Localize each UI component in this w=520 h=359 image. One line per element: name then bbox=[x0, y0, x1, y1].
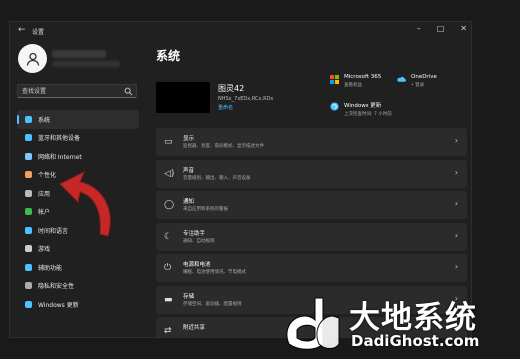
focus-assist-icon: ☾ bbox=[164, 231, 173, 242]
sidebar-item-label: 辅助功能 bbox=[38, 264, 63, 272]
maximize-icon[interactable]: □ bbox=[437, 24, 445, 33]
user-email-blurred bbox=[52, 61, 120, 67]
card-title: 存储 bbox=[183, 293, 195, 300]
sidebar-item-7[interactable]: 游戏 bbox=[17, 240, 139, 259]
search-icon[interactable] bbox=[124, 87, 133, 96]
watermark: 大地系统 DadiGhost.com bbox=[281, 292, 516, 355]
watermark-text-en: DadiGhost.com bbox=[351, 332, 480, 350]
sidebar-item-label: 系统 bbox=[38, 116, 51, 124]
chevron-right-icon: › bbox=[454, 136, 458, 145]
display-icon: ▭ bbox=[164, 137, 173, 147]
service-title: OneDrive bbox=[411, 74, 437, 80]
accessibility-icon bbox=[25, 263, 32, 271]
service-subtitle: 查看权益 bbox=[344, 83, 362, 88]
account-icon bbox=[25, 208, 32, 216]
sidebar-item-8[interactable]: 辅助功能 bbox=[17, 258, 139, 277]
sidebar-item-label: Windows 更新 bbox=[38, 301, 79, 309]
card-subtitle: 睡眠、电池使用情况、节电模式 bbox=[183, 270, 246, 275]
page-title: 系统 bbox=[156, 49, 181, 63]
window-title: 设置 bbox=[32, 29, 45, 36]
sidebar-item-label: 个性化 bbox=[38, 172, 57, 180]
device-thumbnail bbox=[156, 82, 210, 113]
bluetooth-icon bbox=[25, 134, 32, 142]
settings-card-0[interactable]: ▭ 显示监视器、亮度、夜间模式、显示描述文件 › bbox=[156, 128, 467, 156]
power-icon: ⏻ bbox=[164, 263, 172, 273]
chevron-right-icon: › bbox=[454, 167, 458, 177]
settings-card-1[interactable]: ◁) 声音 音量级别、输出、输入、声音设备 › bbox=[156, 159, 467, 188]
network-icon bbox=[25, 152, 32, 160]
privacy-icon bbox=[25, 282, 32, 290]
sidebar-item-9[interactable]: 隐私和安全性 bbox=[17, 277, 139, 296]
device-name: 图灵42 bbox=[218, 84, 245, 93]
red-arrow-icon bbox=[59, 170, 111, 237]
watermark-text-cn: 大地系统 bbox=[349, 300, 477, 336]
microsoft365-icon bbox=[330, 75, 339, 84]
sidebar-item-label: 应用 bbox=[38, 190, 51, 198]
service-windows-update[interactable]: Windows 更新上次检查时间: 7 小时前 bbox=[330, 101, 392, 117]
title-bar: ← 设置 – □ ✕ bbox=[10, 22, 471, 40]
user-name-blurred bbox=[52, 50, 106, 58]
card-subtitle: 监视器、亮度、夜间模式、显示描述文件 bbox=[183, 144, 264, 149]
service-subtitle: • 登录 bbox=[411, 83, 425, 88]
onedrive-icon bbox=[397, 76, 406, 82]
windows-update-icon bbox=[25, 300, 32, 308]
sidebar-item-label: 隐私和安全性 bbox=[38, 283, 75, 291]
service-title: Windows 更新 bbox=[344, 103, 382, 109]
storage-icon: ▬ bbox=[164, 294, 173, 305]
settings-card-4[interactable]: ⏻ 电源和电池睡眠、电池使用情况、节电模式 › bbox=[156, 254, 467, 282]
notifications-icon: ◯ bbox=[164, 200, 175, 210]
time-language-icon bbox=[25, 226, 32, 234]
chevron-right-icon: › bbox=[454, 230, 458, 240]
chevron-right-icon: › bbox=[454, 199, 458, 208]
sidebar-item-label: 蓝牙和其他设备 bbox=[38, 135, 81, 143]
personalization-icon bbox=[25, 171, 32, 179]
service-onedrive[interactable]: OneDrive • 登录 bbox=[397, 74, 437, 88]
settings-card-2[interactable]: ◯ 通知来自应用和系统的警报 › bbox=[156, 191, 467, 219]
card-title: 通知 bbox=[183, 199, 195, 205]
service-microsoft365[interactable]: Microsoft 365 查看权益 bbox=[330, 74, 381, 88]
watermark-logo-icon bbox=[286, 297, 340, 350]
device-model: NHSx_7xEDx,RCx,RDx bbox=[218, 96, 274, 102]
card-title: 专注助手 bbox=[183, 230, 206, 237]
card-title: 显示 bbox=[183, 136, 195, 142]
sidebar-item-1[interactable]: 蓝牙和其他设备 bbox=[17, 129, 139, 148]
service-subtitle: 上次检查时间: 7 小时前 bbox=[344, 112, 392, 117]
sidebar-item-10[interactable]: Windows 更新 bbox=[17, 295, 139, 314]
card-subtitle: 通知、自动规则 bbox=[183, 238, 215, 244]
chevron-right-icon: › bbox=[454, 262, 458, 271]
search-input[interactable] bbox=[22, 87, 122, 96]
card-subtitle: 来自应用和系统的警报 bbox=[183, 207, 228, 212]
card-subtitle: 音量级别、输出、输入、声音设备 bbox=[183, 175, 251, 181]
system-icon bbox=[25, 115, 32, 123]
gaming-icon bbox=[25, 245, 32, 253]
windows-update-icon bbox=[330, 102, 339, 111]
sidebar-item-0[interactable]: 系统 bbox=[17, 110, 139, 129]
close-icon[interactable]: ✕ bbox=[460, 24, 467, 33]
card-subtitle: 存储空间、驱动器、配置规则 bbox=[183, 301, 242, 307]
settings-card-3[interactable]: ☾ 专注助手 通知、自动规则 › bbox=[156, 222, 467, 251]
sound-icon: ◁) bbox=[164, 168, 175, 179]
service-title: Microsoft 365 bbox=[344, 74, 382, 80]
search-box[interactable] bbox=[17, 84, 137, 98]
card-title: 附近共享 bbox=[183, 325, 206, 331]
minimize-icon[interactable]: – bbox=[417, 24, 421, 33]
card-title: 声音 bbox=[183, 167, 195, 174]
avatar[interactable] bbox=[18, 44, 47, 73]
rename-link[interactable]: 重命名 bbox=[218, 104, 233, 111]
sidebar-item-label: 帐户 bbox=[38, 209, 51, 217]
window-controls: – □ ✕ bbox=[417, 24, 467, 33]
user-icon bbox=[26, 52, 39, 66]
sidebar-item-label: 游戏 bbox=[38, 246, 51, 254]
nearby-sharing-icon: ⇄ bbox=[164, 326, 172, 336]
back-arrow-icon[interactable]: ← bbox=[18, 25, 26, 35]
card-title: 电源和电池 bbox=[183, 262, 211, 268]
apps-icon bbox=[25, 189, 32, 197]
